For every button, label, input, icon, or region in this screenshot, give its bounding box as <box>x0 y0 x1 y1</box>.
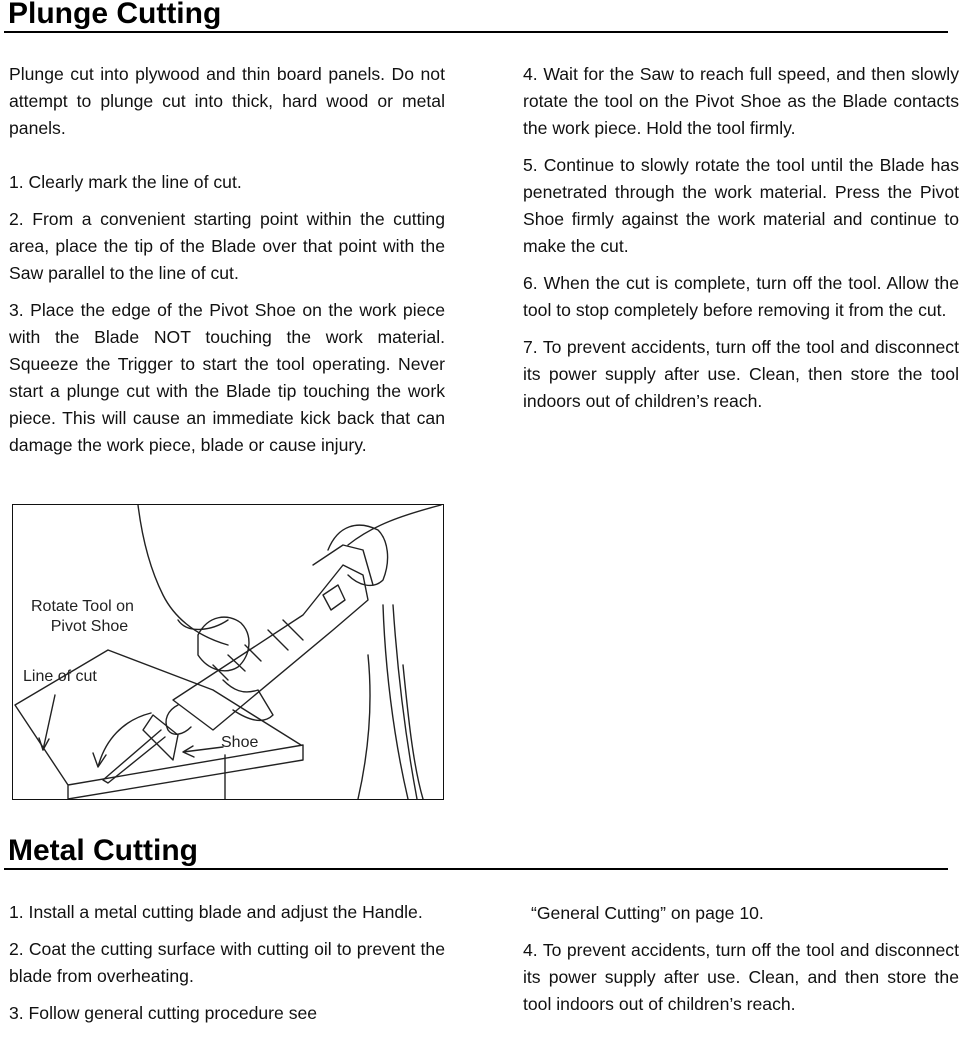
plunge-left-column: Plunge cut into plywood and thin board p… <box>9 61 445 469</box>
plunge-step-2: 2. From a convenient starting point with… <box>9 209 445 283</box>
label-shoe: Shoe <box>221 734 259 751</box>
left-arm <box>137 505 229 646</box>
metal-right-column: “General Cutting” on page 10. 4. To prev… <box>523 900 959 1028</box>
metal-heading-rule <box>4 868 948 870</box>
plunge-cutting-heading: Plunge Cutting <box>8 0 222 30</box>
plunge-cut-illustration: Rotate Tool on Pivot Shoe Line of cut Sh… <box>12 504 444 800</box>
metal-step-2: 2. Coat the cutting surface with cutting… <box>9 939 445 986</box>
label-line-of-cut: Line of cut <box>23 668 97 685</box>
saw-drawing <box>14 505 442 799</box>
shoe-arrow <box>182 745 224 758</box>
blade-and-shoe <box>38 694 224 784</box>
rear-hand <box>327 524 389 587</box>
plunge-step-7: 7. To prevent accidents, turn off the to… <box>523 337 959 411</box>
label-rotate-tool: Rotate Tool on Pivot Shoe <box>31 598 134 635</box>
line-of-cut-arrow <box>42 694 56 751</box>
power-cord <box>382 604 418 799</box>
plunge-step-3: 3. Place the edge of the Pivot Shoe on t… <box>9 300 445 455</box>
plunge-step-6: 6. When the cut is complete, turn off th… <box>523 273 959 320</box>
metal-step-1: 1. Install a metal cutting blade and adj… <box>9 902 423 922</box>
plunge-heading-rule <box>4 31 948 33</box>
plunge-right-column: 4. Wait for the Saw to reach full speed,… <box>523 61 959 425</box>
plunge-intro: Plunge cut into plywood and thin board p… <box>9 64 445 138</box>
plunge-step-4: 4. Wait for the Saw to reach full speed,… <box>523 64 959 138</box>
plunge-step-1: 1. Clearly mark the line of cut. <box>9 172 242 192</box>
metal-cutting-heading: Metal Cutting <box>8 834 198 867</box>
saw-body <box>172 524 389 731</box>
metal-step-3-continued: “General Cutting” on page 10. <box>531 903 764 923</box>
plunge-step-5: 5. Continue to slowly rotate the tool un… <box>523 155 959 256</box>
metal-left-column: 1. Install a metal cutting blade and adj… <box>9 899 445 1037</box>
metal-step-4: 4. To prevent accidents, turn off the to… <box>523 940 959 1014</box>
metal-step-3: 3. Follow general cutting procedure see <box>9 1003 318 1023</box>
rotate-arrow <box>92 712 152 768</box>
